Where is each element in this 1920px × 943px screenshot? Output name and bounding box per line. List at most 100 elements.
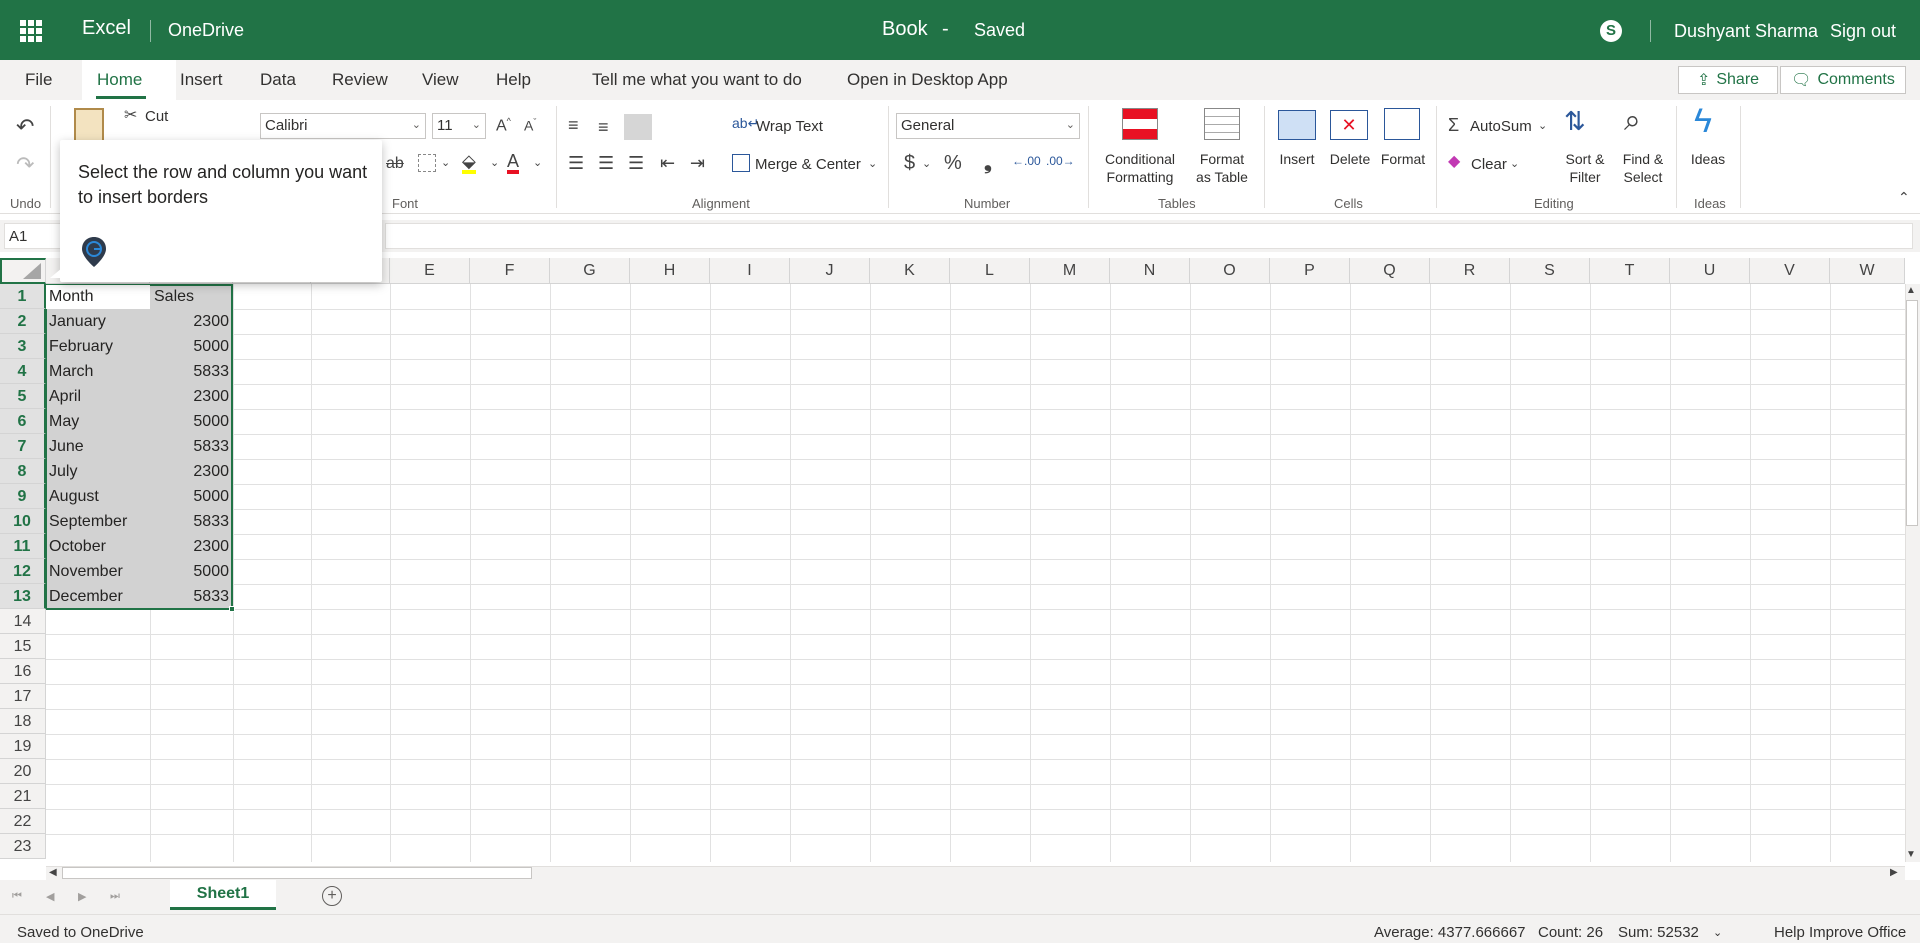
row-header-10[interactable]: 10 bbox=[0, 509, 46, 534]
app-launcher-icon[interactable] bbox=[20, 20, 42, 42]
chevron-down-icon[interactable]: ⌄ bbox=[1538, 121, 1547, 132]
scroll-left-icon[interactable]: ◀ bbox=[49, 868, 57, 878]
cell-a8[interactable]: July bbox=[49, 459, 149, 484]
chevron-down-icon[interactable]: ⌄ bbox=[490, 158, 499, 169]
wrap-text-button[interactable]: Wrap Text bbox=[756, 118, 823, 135]
align-top-icon[interactable]: ≡ bbox=[568, 116, 579, 134]
row-header-20[interactable]: 20 bbox=[0, 759, 46, 784]
increase-decimal-icon[interactable]: ←.00 bbox=[1012, 155, 1041, 167]
increase-indent-icon[interactable]: ⇥ bbox=[690, 154, 705, 172]
last-sheet-icon[interactable]: ⏭ bbox=[110, 890, 120, 903]
comments-button[interactable]: 🗨 Comments bbox=[1780, 66, 1906, 94]
skype-icon[interactable]: S bbox=[1600, 20, 1622, 42]
borders-icon[interactable] bbox=[418, 154, 436, 172]
chevron-down-icon[interactable]: ⌄ bbox=[1713, 926, 1722, 939]
scroll-up-icon[interactable]: ▲ bbox=[1906, 286, 1916, 296]
scroll-right-icon[interactable]: ▶ bbox=[1890, 868, 1898, 878]
row-header-17[interactable]: 17 bbox=[0, 684, 46, 709]
cell-a12[interactable]: November bbox=[49, 559, 149, 584]
column-header-e[interactable]: E bbox=[390, 258, 470, 284]
column-header-m[interactable]: M bbox=[1030, 258, 1110, 284]
insert-cells-icon[interactable] bbox=[1278, 110, 1316, 140]
cell-b8[interactable]: 2300 bbox=[150, 459, 229, 484]
merge-center-button[interactable]: Merge & Center bbox=[755, 156, 861, 173]
currency-icon[interactable]: $ bbox=[904, 153, 915, 173]
chevron-down-icon[interactable]: ⌄ bbox=[868, 159, 877, 170]
insert-cells-button[interactable]: Insert bbox=[1274, 150, 1320, 168]
row-header-8[interactable]: 8 bbox=[0, 459, 46, 484]
align-center-icon[interactable]: ☰ bbox=[598, 154, 614, 172]
cell-b5[interactable]: 2300 bbox=[150, 384, 229, 409]
help-improve-office-link[interactable]: Help Improve Office bbox=[1774, 924, 1906, 941]
increase-font-icon[interactable]: A^ bbox=[496, 117, 511, 134]
first-sheet-icon[interactable]: ⏮ bbox=[12, 890, 22, 903]
column-header-w[interactable]: W bbox=[1830, 258, 1905, 284]
font-color-icon[interactable]: A bbox=[507, 152, 520, 174]
vertical-scroll-thumb[interactable] bbox=[1906, 300, 1918, 526]
fill-color-icon[interactable]: ⬙ bbox=[462, 152, 476, 174]
column-header-u[interactable]: U bbox=[1670, 258, 1750, 284]
cell-a4[interactable]: March bbox=[49, 359, 149, 384]
format-cells-button[interactable]: Format bbox=[1376, 150, 1430, 168]
column-header-h[interactable]: H bbox=[630, 258, 710, 284]
row-header-21[interactable]: 21 bbox=[0, 784, 46, 809]
sort-filter-button[interactable]: Sort & Filter bbox=[1552, 150, 1618, 186]
autosum-button[interactable]: AutoSum bbox=[1470, 118, 1532, 135]
tell-me-search[interactable]: Tell me what you want to do bbox=[592, 70, 802, 90]
chevron-down-icon[interactable]: ⌄ bbox=[441, 158, 450, 169]
format-as-table-icon[interactable] bbox=[1204, 108, 1240, 140]
sort-filter-icon[interactable]: ⇅ bbox=[1564, 108, 1586, 134]
decrease-decimal-icon[interactable]: .00→ bbox=[1046, 155, 1075, 167]
row-header-23[interactable]: 23 bbox=[0, 834, 46, 859]
row-header-4[interactable]: 4 bbox=[0, 359, 46, 384]
eraser-icon[interactable]: ◆ bbox=[1448, 154, 1460, 170]
chevron-down-icon[interactable]: ⌄ bbox=[922, 159, 931, 170]
name-box[interactable]: A1 bbox=[4, 223, 64, 249]
column-header-l[interactable]: L bbox=[950, 258, 1030, 284]
search-icon[interactable]: ⌕ bbox=[1624, 106, 1641, 136]
row-header-19[interactable]: 19 bbox=[0, 734, 46, 759]
tab-data[interactable]: Data bbox=[260, 70, 296, 90]
app-name[interactable]: Excel bbox=[82, 17, 131, 40]
row-header-12[interactable]: 12 bbox=[0, 559, 46, 584]
horizontal-scroll-thumb[interactable] bbox=[62, 867, 532, 879]
row-header-2[interactable]: 2 bbox=[0, 309, 46, 334]
cell-b9[interactable]: 5000 bbox=[150, 484, 229, 509]
open-in-desktop-app[interactable]: Open in Desktop App bbox=[847, 70, 1008, 90]
formula-input[interactable] bbox=[385, 223, 1913, 249]
conditional-formatting-icon[interactable] bbox=[1122, 108, 1158, 140]
row-header-6[interactable]: 6 bbox=[0, 409, 46, 434]
scroll-down-icon[interactable]: ▼ bbox=[1906, 850, 1916, 860]
cell-b6[interactable]: 5000 bbox=[150, 409, 229, 434]
column-header-s[interactable]: S bbox=[1510, 258, 1590, 284]
clear-button[interactable]: Clear bbox=[1471, 156, 1507, 173]
font-size-dropdown[interactable]: 11 ⌄ bbox=[432, 113, 486, 139]
format-cells-icon[interactable] bbox=[1384, 108, 1420, 140]
format-as-table-button[interactable]: Format as Table bbox=[1184, 150, 1260, 186]
redo-icon[interactable]: ↷ bbox=[16, 154, 34, 176]
fill-handle[interactable] bbox=[229, 606, 235, 612]
delete-cells-button[interactable]: Delete bbox=[1324, 150, 1376, 168]
cut-icon[interactable]: ✂ bbox=[124, 108, 137, 124]
align-middle-icon[interactable]: ≡ bbox=[598, 118, 609, 136]
lightning-icon[interactable]: ϟ bbox=[1694, 104, 1712, 138]
next-sheet-icon[interactable]: ▶ bbox=[78, 890, 86, 903]
row-header-14[interactable]: 14 bbox=[0, 609, 46, 634]
tab-insert[interactable]: Insert bbox=[180, 70, 223, 90]
onedrive-link[interactable]: OneDrive bbox=[168, 20, 244, 41]
cell-a1[interactable]: Month bbox=[49, 284, 149, 309]
cell-a9[interactable]: August bbox=[49, 484, 149, 509]
row-header-13[interactable]: 13 bbox=[0, 584, 46, 609]
align-left-icon[interactable]: ☰ bbox=[568, 154, 584, 172]
prev-sheet-icon[interactable]: ◀ bbox=[46, 890, 54, 903]
row-header-3[interactable]: 3 bbox=[0, 334, 46, 359]
conditional-formatting-button[interactable]: Conditional Formatting bbox=[1096, 150, 1184, 186]
cell-b3[interactable]: 5000 bbox=[150, 334, 229, 359]
cell-a13[interactable]: December bbox=[49, 584, 149, 609]
chevron-down-icon[interactable]: ⌄ bbox=[533, 158, 542, 169]
column-header-p[interactable]: P bbox=[1270, 258, 1350, 284]
cell-a7[interactable]: June bbox=[49, 434, 149, 459]
cell-a10[interactable]: September bbox=[49, 509, 149, 534]
comma-style-icon[interactable]: ❟ bbox=[984, 153, 992, 173]
column-header-j[interactable]: J bbox=[790, 258, 870, 284]
